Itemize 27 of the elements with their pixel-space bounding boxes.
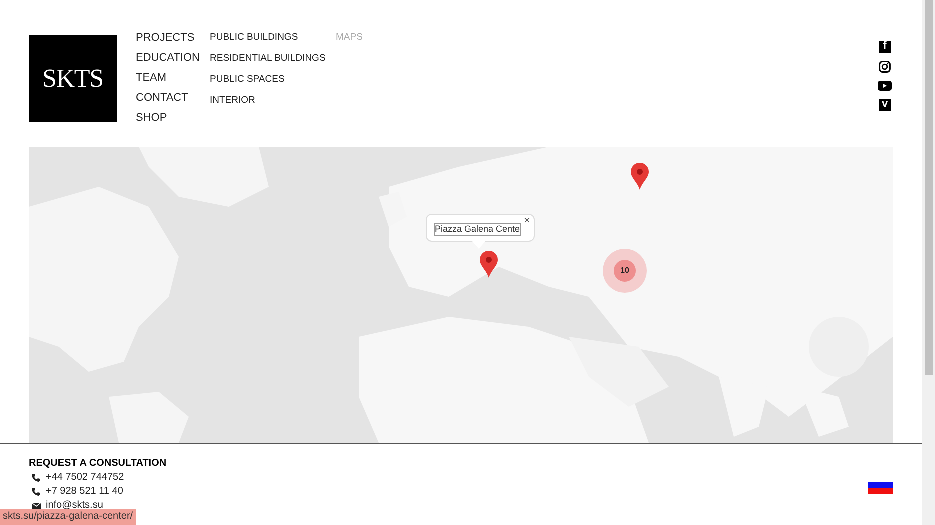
nav-link[interactable]: CONTACT <box>136 88 188 108</box>
popup-title: Piazza Galena Cente <box>435 224 520 235</box>
phone-icon <box>32 474 41 482</box>
logo[interactable]: SKTS <box>29 35 117 122</box>
cluster-marker[interactable]: 10 <box>603 249 647 293</box>
category-link[interactable]: RESIDENTIAL BUILDINGS <box>210 48 326 69</box>
play-icon[interactable] <box>878 81 892 91</box>
category-link[interactable]: INTERIOR <box>210 90 256 111</box>
nav-link[interactable]: SHOP <box>136 108 168 128</box>
category-link[interactable]: PUBLIC BUILDINGS <box>210 27 298 48</box>
nav-link[interactable]: TEAM <box>136 68 167 88</box>
mail-icon <box>32 503 41 509</box>
scrollbar[interactable] <box>922 0 935 525</box>
camera-icon[interactable] <box>879 61 891 73</box>
nav-link[interactable]: PROJECTS <box>136 28 195 48</box>
category-link[interactable]: PUBLIC SPACES <box>210 69 285 90</box>
phone-link[interactable]: +7 928 521 11 40 <box>46 485 124 499</box>
social-icon[interactable]: f <box>879 41 891 53</box>
social-icon[interactable]: v <box>879 99 891 111</box>
map-pin-icon[interactable] <box>480 251 498 278</box>
footer-heading: REQUEST A CONSULTATION <box>29 457 167 471</box>
map-pin-icon[interactable] <box>631 163 649 190</box>
phone-icon <box>32 488 41 496</box>
phone-link[interactable]: +44 7502 744752 <box>46 471 124 485</box>
nav-link[interactable]: EDUCATION <box>136 48 200 68</box>
close-button[interactable]: × <box>524 216 530 227</box>
status-url: skts.su/piazza-galena-center/ <box>0 509 136 525</box>
